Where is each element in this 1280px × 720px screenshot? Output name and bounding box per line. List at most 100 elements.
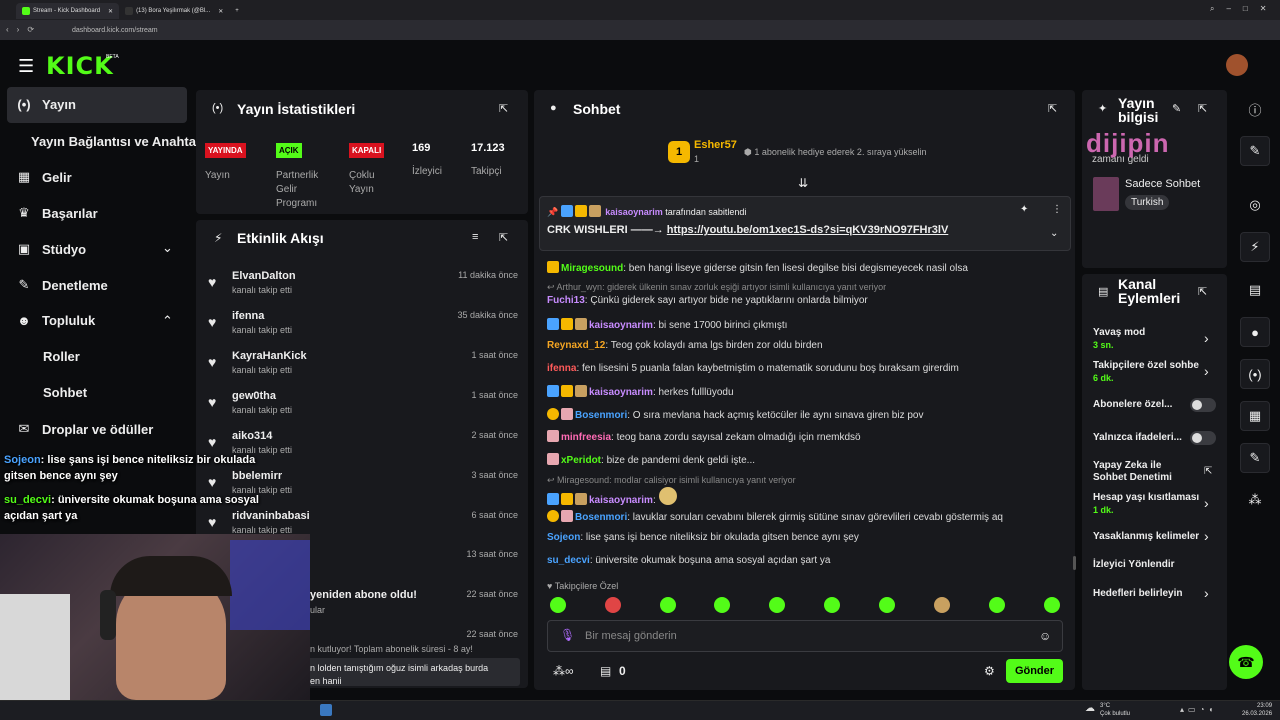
store-icon[interactable]: ▤: [600, 664, 611, 678]
activity-user[interactable]: KayraHanKick: [232, 350, 307, 362]
settings-icon[interactable]: ⚙: [984, 664, 995, 678]
emote-icon[interactable]: [714, 597, 730, 613]
chevron-right-icon[interactable]: ›: [1204, 330, 1209, 346]
action-emotes-only[interactable]: Yalnızca ifadeleri...: [1093, 432, 1185, 444]
emote-icon[interactable]: [1044, 597, 1060, 613]
info-icon[interactable]: ⓘ: [1240, 94, 1270, 124]
chevron-right-icon[interactable]: ›: [1204, 585, 1209, 601]
browser-tab-kick[interactable]: Stream - Kick Dashboard ✕: [16, 3, 120, 19]
emote-icon[interactable]: [660, 597, 676, 613]
sidebar-item-basarilar[interactable]: ♛ Başarılar: [16, 205, 97, 221]
kick-logo[interactable]: KICK: [46, 52, 114, 80]
popout-icon[interactable]: ⇱: [1198, 102, 1207, 115]
window-controls[interactable]: ⌕–□✕: [1210, 4, 1278, 14]
new-tab-button[interactable]: +: [229, 3, 245, 19]
action-followers-only[interactable]: Takipçilere özel sohbet 6 dk.: [1093, 360, 1199, 384]
sidebar-item-yayin[interactable]: (•) Yayın: [16, 97, 76, 112]
weather-widget[interactable]: 3°C Çok bulutlu: [1100, 702, 1130, 718]
clock[interactable]: 23:09 26.03.2026: [1242, 702, 1272, 718]
chat-user[interactable]: kaisaoynarim: [589, 495, 653, 506]
sidebar-item-studyo[interactable]: ▣ Stüdyo: [16, 241, 86, 257]
external-link-icon[interactable]: ⇱: [1204, 466, 1212, 477]
edit-icon[interactable]: ✎: [1240, 136, 1270, 166]
chevron-right-icon[interactable]: ›: [1204, 528, 1209, 544]
category-thumbnail[interactable]: [1093, 177, 1119, 211]
action-slow-mode[interactable]: Yavaş mod 3 sn.: [1093, 327, 1213, 351]
sidebar-item-gelir[interactable]: ▦ Gelir: [16, 169, 72, 185]
pinned-link[interactable]: https://youtu.be/om1xec1S-ds?si=qKV39rNO…: [667, 224, 949, 236]
chat-user[interactable]: Bosenmori: [575, 410, 627, 421]
close-icon[interactable]: ✕: [108, 8, 113, 15]
menu-icon[interactable]: ☰: [18, 56, 34, 77]
chevron-right-icon[interactable]: ›: [1204, 495, 1209, 511]
emote-icon[interactable]: [769, 597, 785, 613]
browser-tab-youtube[interactable]: (13) Bora Yeşilırmak (@Bl... ✕: [119, 3, 229, 19]
popout-icon[interactable]: ⇱: [499, 102, 508, 115]
chevron-right-icon[interactable]: ›: [1204, 363, 1209, 379]
emoji-picker-icon[interactable]: ☺: [1039, 629, 1051, 643]
emotes-only-toggle[interactable]: [1190, 431, 1216, 445]
nav-buttons[interactable]: ‹›⟳: [6, 25, 42, 34]
pinned-user[interactable]: kaisaoynarim: [605, 207, 663, 217]
close-icon[interactable]: ✕: [218, 8, 223, 15]
chat-user[interactable]: Sojeon: [547, 532, 580, 543]
activity-user[interactable]: aiko314: [232, 430, 272, 442]
popout-icon[interactable]: ⇱: [499, 231, 508, 244]
activity-user[interactable]: ElvanDalton: [232, 270, 296, 282]
sidebar-item-droplar[interactable]: ✉ Droplar ve ödüller: [16, 421, 154, 437]
emote-icon[interactable]: [550, 597, 566, 613]
action-ai-moderation[interactable]: Yapay Zeka ile Sohbet Denetimi: [1093, 460, 1183, 484]
sidebar-item-denetleme[interactable]: ✎ Denetleme: [16, 277, 108, 293]
chat-user[interactable]: su_decvi: [547, 555, 590, 566]
chat-scrollbar[interactable]: [1073, 556, 1076, 570]
emote-icon[interactable]: [934, 597, 950, 613]
popout-icon[interactable]: ⇱: [1048, 102, 1057, 115]
chat-user[interactable]: Miragesound: [561, 263, 623, 274]
popout-icon[interactable]: ⇱: [1198, 285, 1207, 298]
send-button[interactable]: Gönder: [1006, 659, 1063, 683]
sidebar-item-stream-key[interactable]: Yayın Bağlantısı ve Anahtarı: [31, 134, 205, 149]
lightning-icon[interactable]: ⚡: [1240, 232, 1270, 262]
sidebar-item-topluluk[interactable]: ☻ Topluluk: [16, 313, 95, 328]
emote-icon[interactable]: [824, 597, 840, 613]
chat-user[interactable]: minfreesia: [561, 432, 611, 443]
support-button[interactable]: ☎: [1229, 645, 1263, 679]
filter-icon[interactable]: ≡: [472, 231, 478, 243]
taskbar-app-icon[interactable]: [320, 704, 332, 716]
sidebar-item-sohbet[interactable]: Sohbet: [43, 385, 87, 400]
chevron-up-icon[interactable]: ⌃: [162, 313, 173, 329]
chat-user[interactable]: kaisaoynarim: [589, 320, 653, 331]
chat-user[interactable]: Reynaxd_12: [547, 340, 605, 351]
action-goals[interactable]: Hedefleri belirleyin: [1093, 588, 1213, 600]
language-tag[interactable]: Turkish: [1125, 195, 1170, 210]
chat-icon[interactable]: ●: [1240, 317, 1270, 347]
subscribers-only-toggle[interactable]: [1190, 398, 1216, 412]
activity-user[interactable]: gew0tha: [232, 390, 276, 402]
points-icon[interactable]: ⁂∞: [553, 664, 574, 678]
camera-icon[interactable]: ◎: [1240, 190, 1270, 220]
chevron-down-icon[interactable]: ⌄: [162, 240, 173, 256]
action-account-age[interactable]: Hesap yaşı kısıtlaması 1 dk.: [1093, 492, 1199, 516]
category-name[interactable]: Sadece Sohbet: [1125, 178, 1200, 190]
chat-user[interactable]: kaisaoynarim: [589, 387, 653, 398]
sidebar-item-roller[interactable]: Roller: [43, 349, 80, 364]
microphone-icon[interactable]: 🎙: [560, 628, 575, 642]
broadcast-icon[interactable]: (•): [1240, 359, 1270, 389]
emote-icon[interactable]: [879, 597, 895, 613]
chat-user[interactable]: ifenna: [547, 363, 576, 374]
url-field[interactable]: dashboard.kick.com/stream: [58, 23, 1188, 37]
action-raid[interactable]: İzleyici Yönlendir: [1093, 559, 1213, 571]
layout-icon[interactable]: ▦: [1240, 401, 1270, 431]
edit-icon[interactable]: ✎: [1172, 102, 1181, 115]
emote-icon[interactable]: [989, 597, 1005, 613]
chat-user[interactable]: xPeridot: [561, 455, 601, 466]
gifter-name[interactable]: Esher57: [694, 139, 737, 151]
chat-user[interactable]: Fuchi13: [547, 295, 585, 306]
tray-icons[interactable]: ▴▭◔◖: [1180, 705, 1217, 714]
avatar[interactable]: [1226, 54, 1248, 76]
action-subscribers-only[interactable]: Abonelere özel...: [1093, 399, 1185, 411]
action-banned-words[interactable]: Yasaklanmış kelimeler: [1093, 531, 1199, 543]
unpin-icon[interactable]: ✦: [1020, 204, 1028, 215]
activity-user[interactable]: ifenna: [232, 310, 264, 322]
document-icon[interactable]: ▤: [1240, 275, 1270, 305]
